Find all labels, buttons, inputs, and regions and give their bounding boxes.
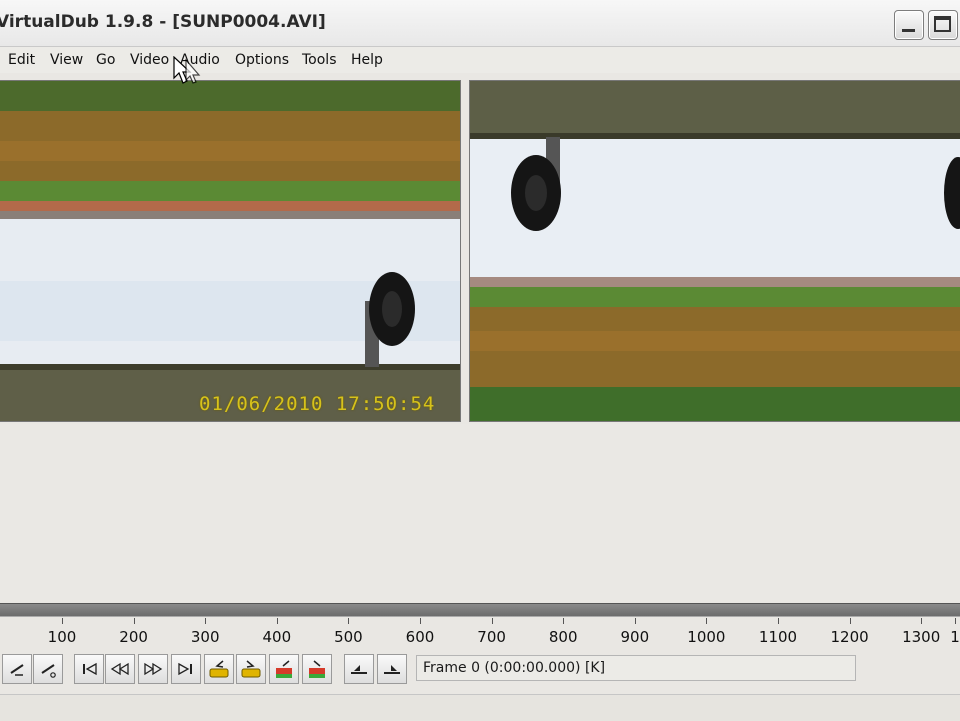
ruler-tick [491, 618, 493, 624]
ruler-tick-label: 1100 [758, 628, 798, 646]
rewind-icon [110, 662, 129, 676]
prev-scene-icon [276, 660, 292, 678]
mark-in-icon [351, 665, 367, 674]
ruler-tick-label: 300 [190, 628, 220, 646]
ruler-tick-label: 900 [620, 628, 650, 646]
ruler-tick-label: 200 [119, 628, 148, 646]
ruler-tick-label: 600 [405, 628, 435, 646]
prev-frame-button[interactable] [105, 654, 135, 684]
mouse-cursor-icon [173, 56, 201, 84]
workspace-area [0, 424, 960, 602]
output-video-frame [470, 81, 960, 421]
ruler-tick-label: 100 [47, 628, 77, 646]
menu-video[interactable]: Video [130, 52, 169, 68]
play-output-icon [41, 664, 56, 678]
play-input-icon [10, 664, 24, 676]
ruler-tick-label: 500 [334, 628, 363, 646]
ruler-tick [276, 618, 278, 624]
fast-forward-icon [144, 662, 163, 676]
playback-toolbar: Frame 0 (0:00:00.000) [K] [0, 650, 960, 692]
status-bar [0, 694, 960, 721]
menu-options[interactable]: Options [235, 52, 289, 68]
prev-scene-button[interactable] [269, 654, 299, 684]
frame-status-field: Frame 0 (0:00:00.000) [K] [416, 655, 856, 681]
next-keyframe-button[interactable] [236, 654, 266, 684]
next-scene-icon [309, 660, 325, 678]
output-video-pane[interactable] [469, 80, 960, 422]
menu-view[interactable]: View [50, 52, 83, 68]
ruler-tick [706, 618, 708, 624]
mark-out-icon [384, 665, 400, 674]
ruler-tick-label: 1200 [830, 628, 869, 646]
ruler-tick-label: 1300 [902, 628, 941, 646]
play-input-button[interactable] [2, 654, 32, 684]
position-slider-track[interactable] [0, 603, 960, 617]
menu-edit[interactable]: Edit [8, 52, 35, 68]
ruler-tick [133, 618, 135, 624]
prev-keyframe-icon [209, 660, 229, 678]
ruler-tick-label: 1000 [687, 628, 726, 646]
ruler-tick [921, 618, 923, 624]
ruler-tick [420, 618, 421, 624]
ruler-tick-label: 1 [950, 628, 960, 646]
minimize-icon [902, 29, 915, 32]
next-keyframe-icon [241, 660, 261, 678]
input-video-pane[interactable]: 01/06/2010 17:50:54 [0, 80, 461, 422]
go-end-icon [178, 662, 192, 676]
ruler-tick [62, 618, 63, 624]
ruler-tick-label: 400 [262, 628, 292, 646]
timeline-ruler[interactable]: 100 200 300 400 500 600 700 800 900 1000 1100 1200 1… [0, 618, 960, 648]
maximize-icon [934, 16, 951, 32]
menu-go[interactable]: Go [96, 52, 115, 68]
mark-in-button[interactable] [344, 654, 374, 684]
ruler-tick [563, 618, 565, 624]
menu-tools[interactable]: Tools [302, 52, 337, 68]
prev-keyframe-button[interactable] [204, 654, 234, 684]
ruler-tick [348, 618, 350, 624]
next-scene-button[interactable] [302, 654, 332, 684]
go-start-icon [83, 662, 97, 676]
video-timestamp: 01/06/2010 17:50:54 [199, 393, 436, 415]
ruler-tick [955, 618, 956, 624]
title-bar[interactable]: VirtualDub 1.9.8 - [SUNP0004.AVI] [0, 0, 960, 47]
input-video-frame [0, 81, 460, 421]
play-output-button[interactable] [33, 654, 63, 684]
ruler-tick [778, 618, 779, 624]
ruler-tick-label: 800 [548, 628, 578, 646]
frame-status-text: Frame 0 (0:00:00.000) [K] [423, 660, 606, 676]
mark-out-button[interactable] [377, 654, 407, 684]
go-end-button[interactable] [171, 654, 201, 684]
ruler-tick [205, 618, 207, 624]
menu-help[interactable]: Help [351, 52, 383, 68]
ruler-tick [849, 618, 851, 624]
maximize-button[interactable] [928, 10, 958, 40]
menu-bar: Edit View Go Video Audio Options Tools H… [0, 47, 960, 73]
ruler-tick [634, 618, 636, 624]
go-start-button[interactable] [74, 654, 104, 684]
next-frame-button[interactable] [138, 654, 168, 684]
minimize-button[interactable] [894, 10, 924, 40]
window-title: VirtualDub 1.9.8 - [SUNP0004.AVI] [0, 12, 326, 32]
ruler-tick-label: 700 [477, 628, 506, 646]
